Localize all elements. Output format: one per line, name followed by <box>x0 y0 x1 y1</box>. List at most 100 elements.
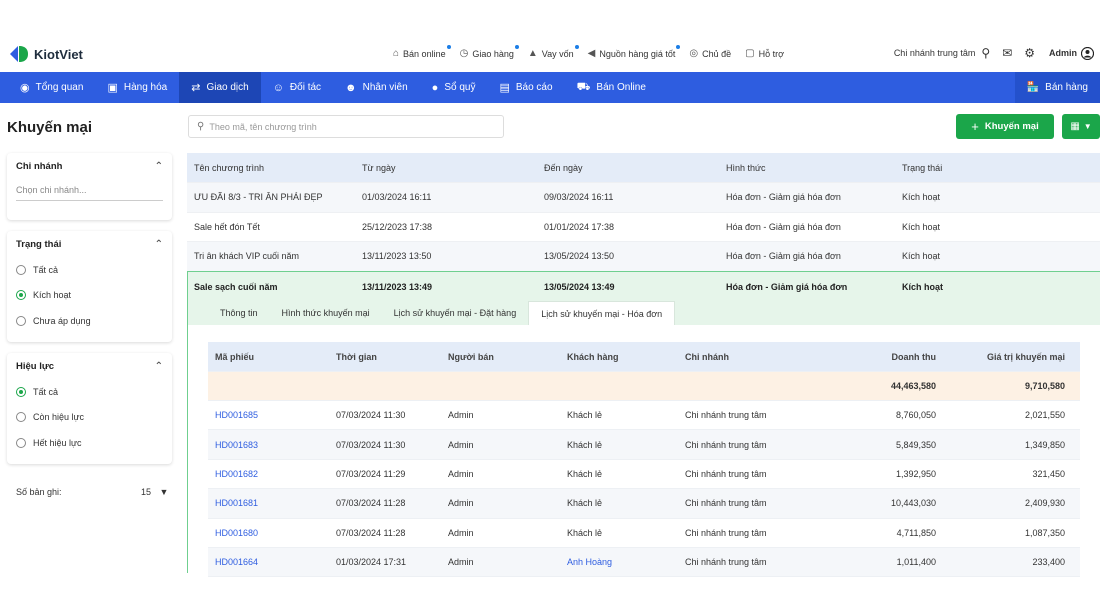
status-option-0[interactable]: Tất cả <box>7 257 172 283</box>
expanded-promotion: Sale sạch cuối năm 13/11/2023 13:49 13/0… <box>187 271 1100 578</box>
cell-revenue: 5,849,350 <box>895 439 936 450</box>
col-header[interactable]: Trạng thái <box>902 163 1052 173</box>
notification-dot <box>514 45 519 49</box>
top-link-label: Giao hàng <box>472 48 514 59</box>
table-row[interactable]: Tri ân khách VIP cuối năm 13/11/2023 13:5… <box>187 242 1100 272</box>
tab-2[interactable]: Lịch sử khuyến mại - Đặt hàng <box>382 301 529 325</box>
col-header[interactable]: Hình thức <box>726 163 902 173</box>
cell-invoice-code[interactable]: HD001683 <box>208 440 336 450</box>
gear-icon[interactable]: ⚙ <box>1024 46 1035 60</box>
top-link-1[interactable]: ◷ Giao hàng <box>460 45 519 59</box>
col-header[interactable]: Chi nhánh <box>685 352 815 362</box>
totals-row: 44,463,580 9,710,580 <box>208 372 1080 401</box>
status-option-1[interactable]: Kích hoạt <box>7 283 172 309</box>
nav-item-0[interactable]: ◉ Tổng quan <box>8 72 95 103</box>
branch-select[interactable]: Chọn chi nhánh... <box>16 179 163 201</box>
top-link-label: Bán online <box>403 48 446 59</box>
nav-item-6[interactable]: ▤ Báo cáo <box>487 72 564 103</box>
nav-item-7[interactable]: ⛟ Bán Online <box>565 72 658 103</box>
top-link-2[interactable]: ▲ Vay vốn <box>528 45 579 59</box>
radio-button[interactable] <box>16 315 26 326</box>
validity-option-1[interactable]: Còn hiệu lực <box>7 405 172 431</box>
cell-invoice-code[interactable]: HD001682 <box>208 469 336 479</box>
tab-1[interactable]: Hình thức khuyến mại <box>270 301 382 325</box>
admin-name[interactable]: Admin <box>1049 48 1077 58</box>
validity-option-0[interactable]: Tất cả <box>7 379 172 405</box>
cart-icon: ⛟ <box>576 80 591 93</box>
chevron-up-icon[interactable]: ⌃ <box>155 239 163 250</box>
validity-option-2[interactable]: Hết hiệu lực <box>7 430 172 456</box>
location-pin-icon[interactable]: ⚲ <box>981 46 990 60</box>
cell-invoice-code[interactable]: HD001681 <box>208 498 336 508</box>
cell-invoice-code[interactable]: HD001685 <box>208 410 336 420</box>
cell-invoice-code[interactable]: HD001680 <box>208 528 336 538</box>
sell-label: Bán hàng <box>1045 82 1088 93</box>
nav-item-3[interactable]: ☺ Đối tác <box>261 72 333 103</box>
nav-item-2[interactable]: ⇄ Giao dịch <box>179 72 261 103</box>
col-header[interactable]: Doanh thu <box>815 352 937 362</box>
col-header[interactable]: Người bán <box>448 352 567 362</box>
chevron-up-icon[interactable]: ⌃ <box>155 161 163 172</box>
search-input[interactable] <box>209 121 490 132</box>
cell-customer[interactable]: Anh Hoàng <box>567 557 685 567</box>
status-option-2[interactable]: Chưa áp dụng <box>7 308 172 334</box>
tab-0[interactable]: Thông tin <box>208 301 270 325</box>
column-toggle-button[interactable]: ▦ ▼ <box>1062 114 1100 139</box>
col-header[interactable]: Tên chương trình <box>187 163 362 173</box>
table-row[interactable]: HD001680 07/03/2024 11:28 Admin Khách lẻ Chi… <box>208 519 1080 548</box>
subtable-header: Mã phiếu Thời gian Người bán Khách hàng … <box>208 342 1080 372</box>
tab-3[interactable]: Lịch sử khuyến mại - Hóa đơn <box>528 301 676 325</box>
cell-status: Kích hoạt <box>902 251 941 262</box>
top-link-4[interactable]: ◎ Chủ đề <box>689 48 731 59</box>
chevron-up-icon[interactable]: ⌃ <box>155 361 163 372</box>
radio-button[interactable] <box>16 412 26 423</box>
radio-button[interactable] <box>16 290 26 301</box>
top-link-5[interactable]: ▢ Hỗ trợ <box>745 48 784 59</box>
col-header[interactable]: Mã phiếu <box>208 352 336 362</box>
table-row[interactable]: HD001664 01/03/2024 17:31 Admin Anh Hoàng Ch… <box>208 547 1080 578</box>
current-branch[interactable]: Chi nhánh trung tâm <box>894 48 976 58</box>
cell-to: 09/03/2024 16:11 <box>544 192 614 203</box>
table-row-expanded[interactable]: Sale sạch cuối năm 13/11/2023 13:49 13/0… <box>188 272 1100 301</box>
top-link-label: Vay vốn <box>541 48 574 59</box>
top-link-label: Nguồn hàng giá tốt <box>599 48 676 59</box>
cell-promo-value: 1,349,850 <box>1024 439 1065 450</box>
col-header[interactable]: Thời gian <box>336 352 448 362</box>
table-row[interactable]: HD001682 07/03/2024 11:29 Admin Khách lẻ Chi… <box>208 460 1080 490</box>
records-per-page-select[interactable]: 15 ▼ <box>141 487 168 497</box>
user-avatar-icon[interactable] <box>1081 46 1094 60</box>
radio-button[interactable] <box>16 386 26 397</box>
nav-item-5[interactable]: ● Sổ quỹ <box>420 72 488 103</box>
cell-time: 07/03/2024 11:28 <box>336 498 406 509</box>
cell-seller: Admin <box>448 527 474 538</box>
branch-filter-title: Chi nhánh <box>16 160 63 172</box>
table-row[interactable]: HD001685 07/03/2024 11:30 Admin Khách lẻ Chi… <box>208 401 1080 431</box>
table-row[interactable]: ƯU ĐÃI 8/3 - TRI ÂN PHÁI ĐẸP 01/03/2024 1… <box>187 183 1100 213</box>
top-link-0[interactable]: ⌂ Bán online <box>393 45 451 59</box>
cell-seller: Admin <box>448 410 474 421</box>
col-header[interactable]: Khách hàng <box>567 352 685 362</box>
records-value: 15 <box>141 487 152 497</box>
table-row[interactable]: HD001681 07/03/2024 11:28 Admin Khách lẻ Chi… <box>208 489 1080 519</box>
page-title: Khuyến mại <box>7 119 93 136</box>
radio-button[interactable] <box>16 437 26 448</box>
add-promotion-button[interactable]: + Khuyến mại <box>956 114 1054 139</box>
table-row[interactable]: HD001683 07/03/2024 11:30 Admin Khách lẻ Chi… <box>208 430 1080 460</box>
search-box[interactable]: ⚲ <box>188 115 504 138</box>
nav-item-1[interactable]: ▣ Hàng hóa <box>95 72 179 103</box>
col-header[interactable]: Đến ngày <box>544 163 726 173</box>
table-row[interactable]: Sale hết đón Tết 25/12/2023 17:38 01/01/20… <box>187 213 1100 242</box>
cell-invoice-code[interactable]: HD001664 <box>208 557 336 567</box>
mail-icon[interactable]: ✉ <box>1002 46 1012 60</box>
logo[interactable]: KiotViet <box>8 44 83 64</box>
cell-to: 13/05/2024 13:49 <box>544 281 615 292</box>
cell-branch: Chi nhánh trung tâm <box>685 527 767 538</box>
sell-button[interactable]: 🏪 Bán hàng <box>1014 72 1100 103</box>
col-header[interactable]: Giá trị khuyến mại <box>936 352 1072 362</box>
nav-item-4[interactable]: ☻ Nhân viên <box>333 72 420 103</box>
col-header[interactable]: Từ ngày <box>362 163 544 173</box>
cell-status: Kích hoạt <box>902 221 941 232</box>
cell-time: 07/03/2024 11:29 <box>336 468 406 479</box>
top-link-3[interactable]: ◀ Nguồn hàng giá tốt <box>588 45 681 59</box>
radio-button[interactable] <box>16 264 26 275</box>
